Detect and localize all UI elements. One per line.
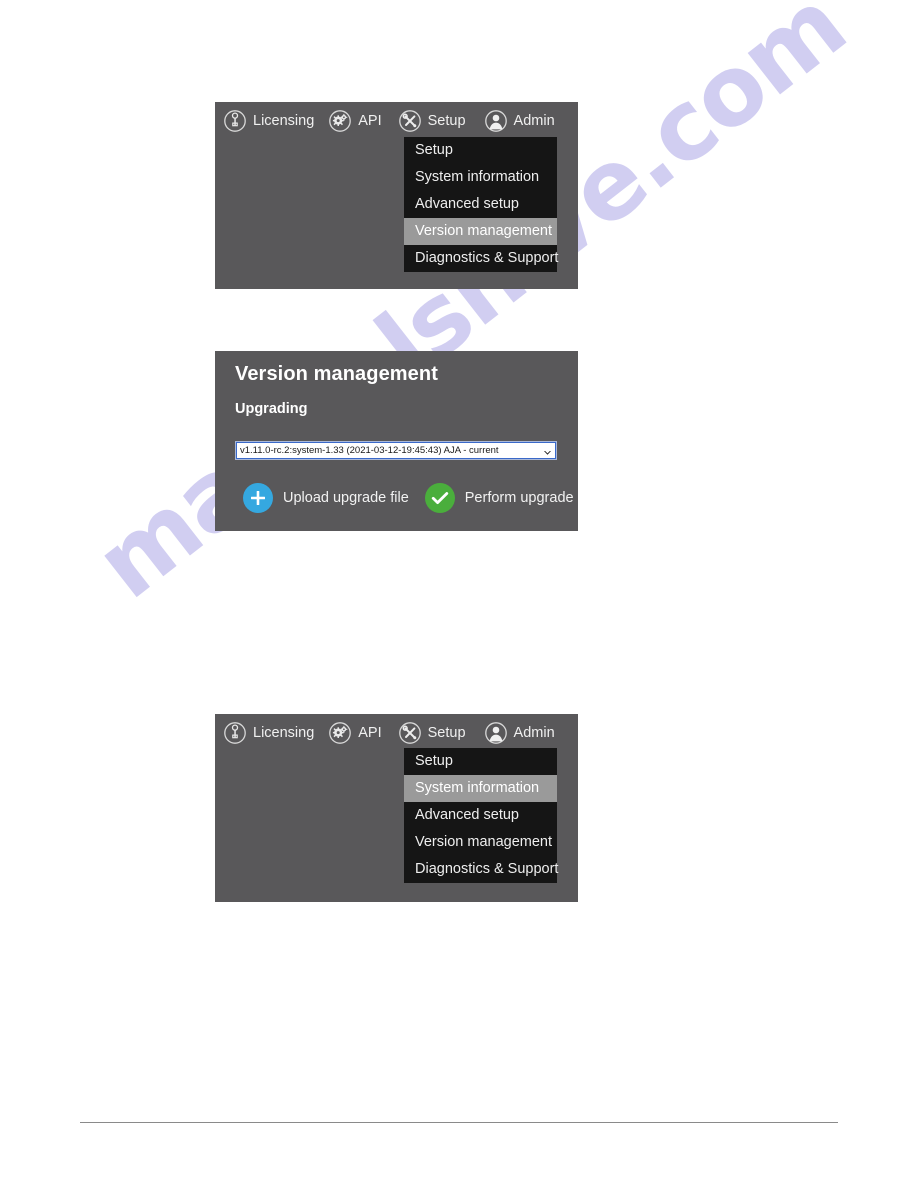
nav-item-setup[interactable]: Setup	[398, 102, 466, 140]
screenshot-panel-version-management: Version management Upgrading v1.11.0-rc.…	[215, 351, 578, 531]
screenshot-panel-setup-menu-version: Licensing API Setup Admin Setup System i…	[215, 102, 578, 289]
menu-item-advanced-setup-2[interactable]: Advanced setup	[404, 802, 557, 829]
footer-divider	[80, 1122, 838, 1123]
nav-item-setup-2[interactable]: Setup	[398, 714, 466, 752]
menu-item-advanced-setup[interactable]: Advanced setup	[404, 191, 557, 218]
plus-icon	[243, 483, 273, 513]
gears-circle-icon	[328, 109, 352, 133]
menu-item-system-information[interactable]: System information	[404, 164, 557, 191]
top-navigation-bar-2: Licensing API Setup Admin	[215, 714, 569, 752]
setup-dropdown-menu-2: Setup System information Advanced setup …	[404, 748, 558, 883]
nav-label-admin-2: Admin	[513, 724, 555, 741]
nav-item-api[interactable]: API	[328, 102, 382, 140]
nav-item-admin[interactable]: Admin	[484, 102, 555, 140]
top-navigation-bar: Licensing API Setup Admin	[215, 102, 569, 140]
nav-label-setup-2: Setup	[427, 724, 466, 741]
key-circle-icon	[223, 721, 247, 745]
perform-upgrade-button[interactable]: Perform upgrade	[424, 483, 574, 513]
menu-item-diagnostics-support[interactable]: Diagnostics & Support	[404, 245, 558, 272]
menu-item-diagnostics-support-2[interactable]: Diagnostics & Support	[404, 856, 558, 883]
setup-dropdown-menu: Setup System information Advanced setup …	[404, 137, 558, 272]
nav-label-api-2: API	[358, 724, 382, 741]
nav-item-licensing-2[interactable]: Licensing	[223, 714, 314, 752]
nav-label-admin: Admin	[513, 112, 555, 129]
upload-upgrade-file-button[interactable]: Upload upgrade file	[243, 483, 409, 513]
nav-label-setup: Setup	[427, 112, 466, 129]
nav-item-licensing[interactable]: Licensing	[223, 102, 314, 140]
version-select-value: v1.11.0-rc.2:system-1.33 (2021-03-12-19:…	[240, 445, 499, 456]
menu-item-version-management-2[interactable]: Version management	[404, 829, 557, 856]
user-circle-icon	[484, 721, 508, 745]
gears-circle-icon	[328, 721, 352, 745]
chevron-down-icon	[542, 445, 553, 456]
tools-circle-icon	[398, 109, 422, 133]
menu-item-setup-2[interactable]: Setup	[404, 748, 557, 775]
screenshot-panel-setup-menu-system-info: Licensing API Setup Admin Setup System i…	[215, 714, 578, 902]
nav-label-licensing: Licensing	[253, 112, 315, 129]
user-circle-icon	[484, 109, 508, 133]
menu-item-system-information-2[interactable]: System information	[404, 775, 557, 802]
menu-item-setup[interactable]: Setup	[404, 137, 557, 164]
menu-item-version-management[interactable]: Version management	[404, 218, 557, 245]
upgrade-action-row: Upload upgrade file Perform upgrade	[243, 483, 590, 513]
nav-label-licensing-2: Licensing	[253, 724, 315, 741]
upload-upgrade-file-label: Upload upgrade file	[283, 489, 409, 506]
perform-upgrade-label: Perform upgrade	[464, 489, 574, 506]
tools-circle-icon	[398, 721, 422, 745]
page-title: Version management	[235, 363, 438, 385]
nav-label-api: API	[358, 112, 382, 129]
check-icon	[424, 483, 455, 513]
section-heading-upgrading: Upgrading	[235, 401, 308, 417]
nav-item-admin-2[interactable]: Admin	[484, 714, 555, 752]
key-circle-icon	[223, 109, 247, 133]
version-select[interactable]: v1.11.0-rc.2:system-1.33 (2021-03-12-19:…	[236, 442, 556, 459]
nav-item-api-2[interactable]: API	[328, 714, 382, 752]
